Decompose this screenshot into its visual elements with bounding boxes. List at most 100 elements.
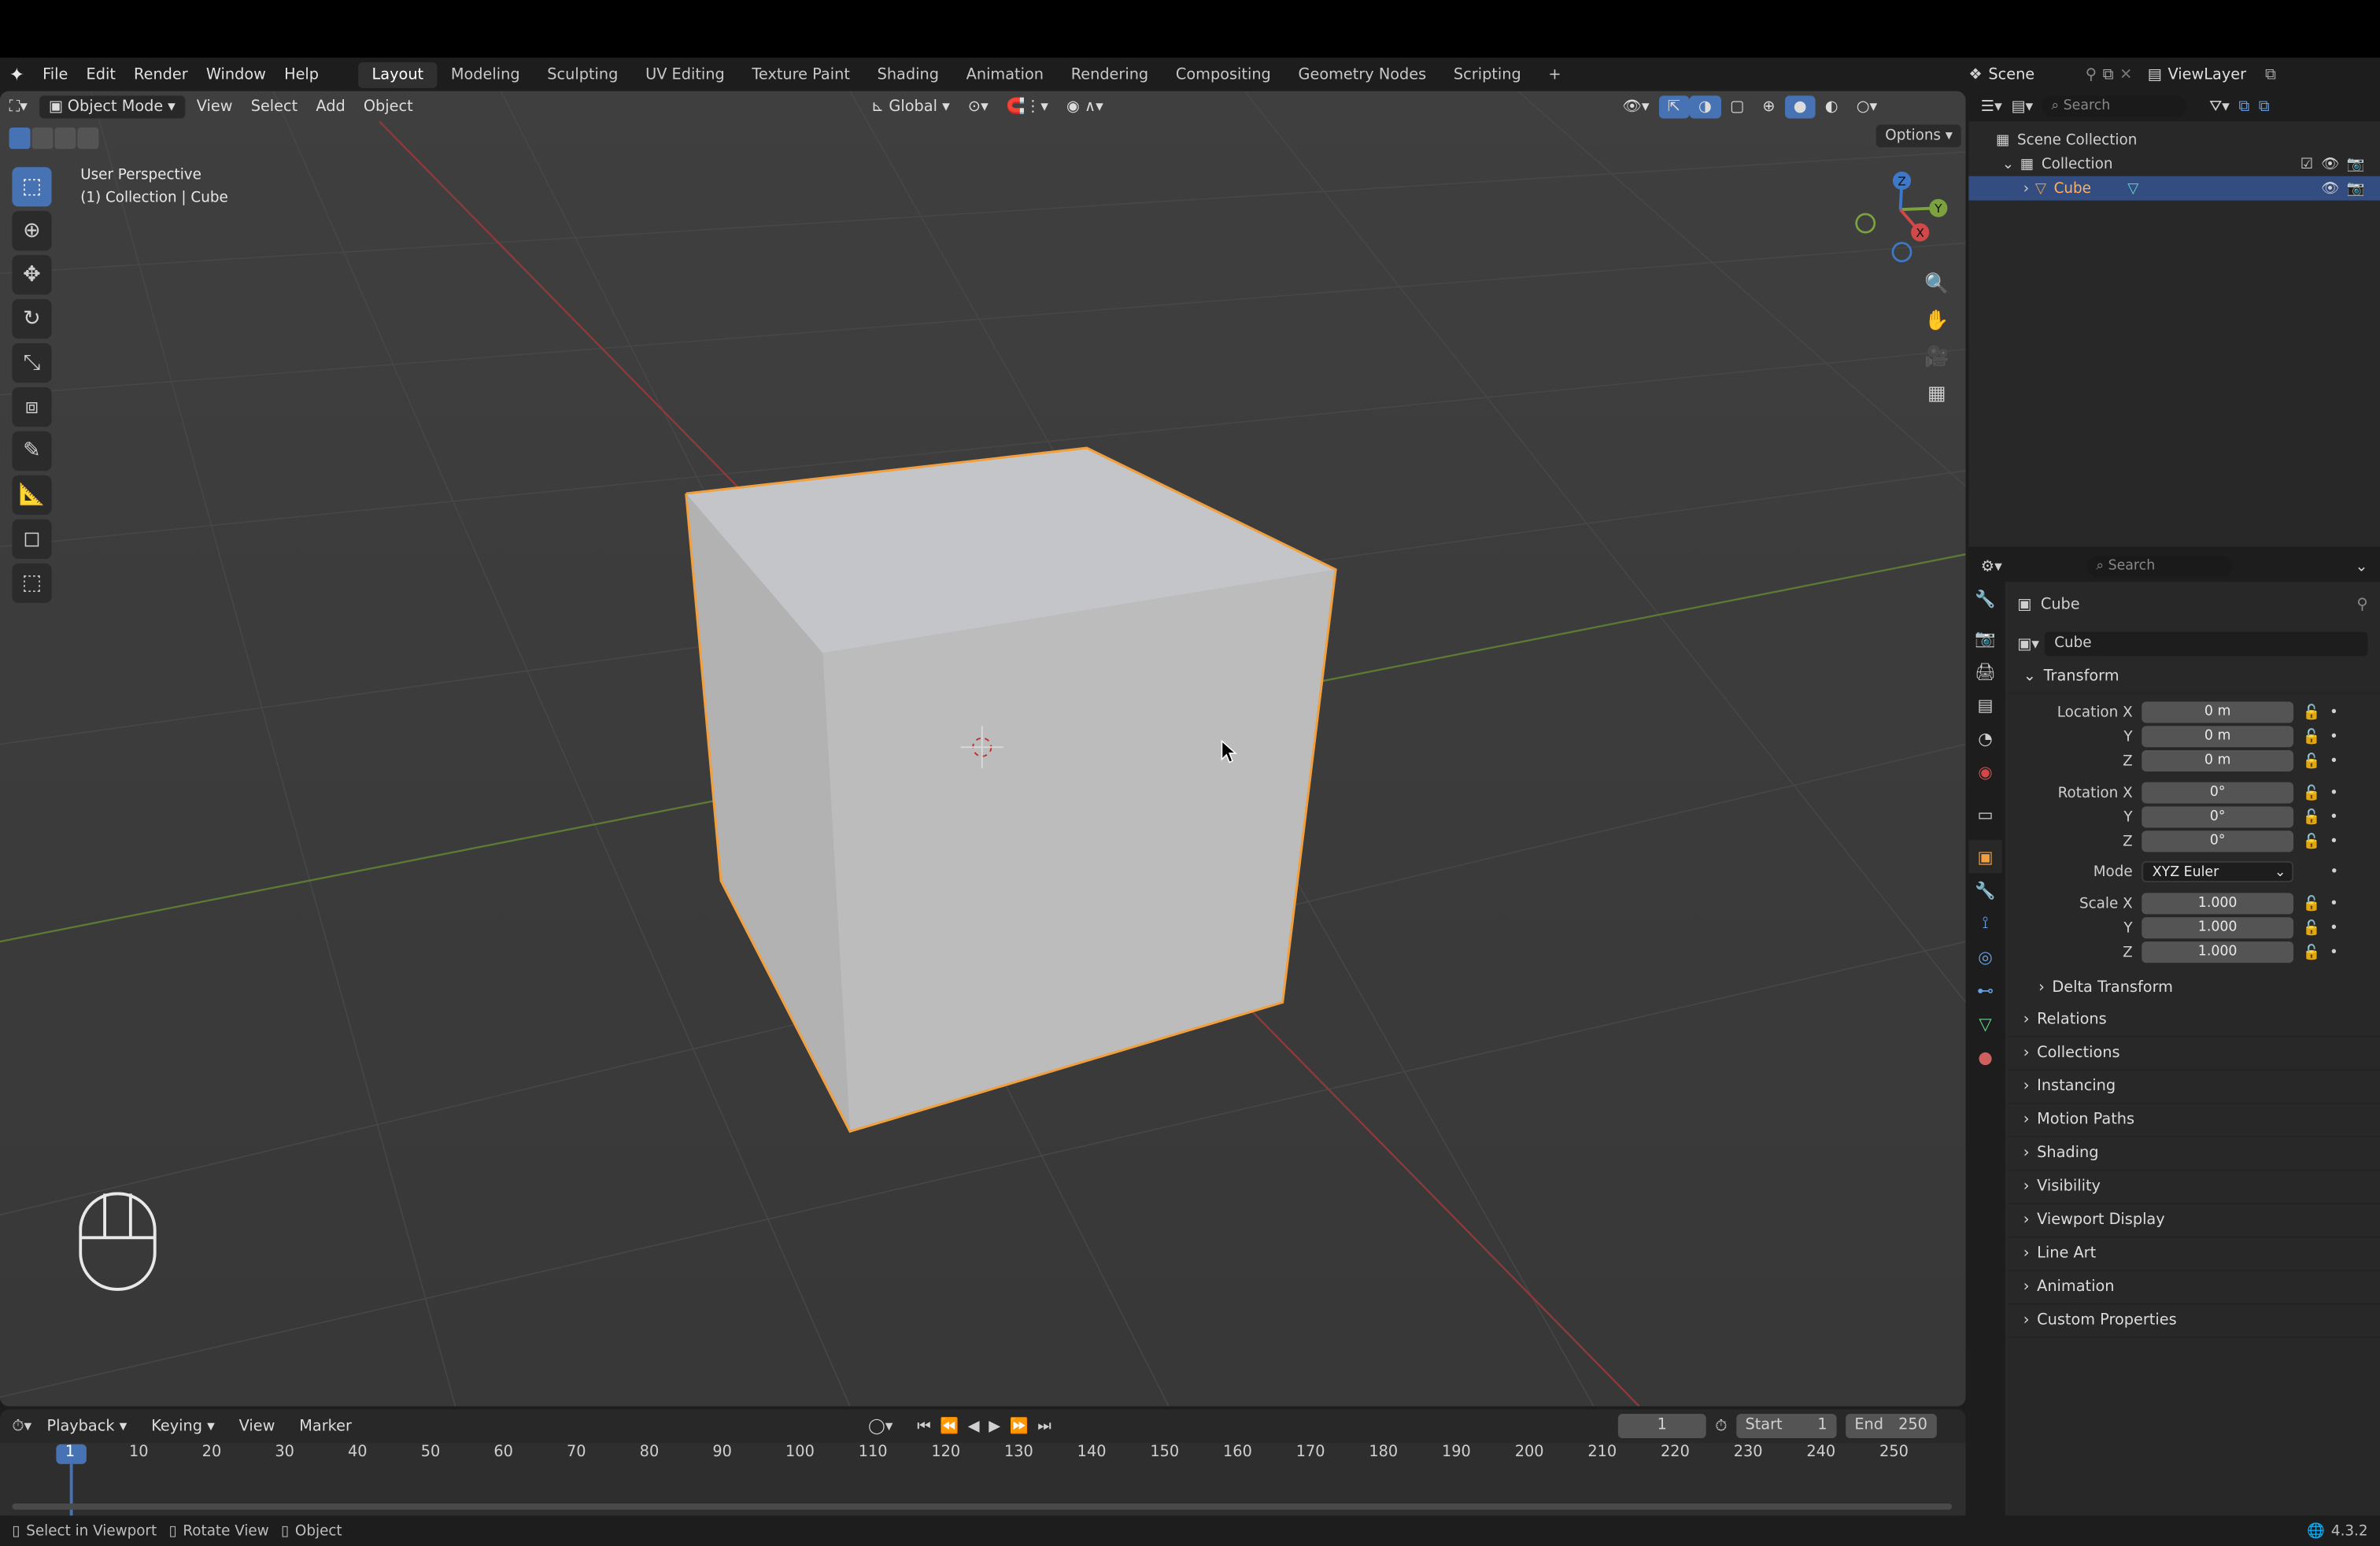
start-frame-field[interactable]: Start 1: [1735, 1414, 1837, 1439]
timeline-editor[interactable]: ⏱▾ Playback ▾ Keying ▾ View Marker ◯▾ ⏮ …: [0, 1409, 1966, 1516]
location-x-field[interactable]: 0 m: [2142, 701, 2294, 723]
jump-start-icon[interactable]: ⏮: [917, 1418, 930, 1434]
scale-tool-icon[interactable]: ⤡: [12, 343, 52, 383]
particles-tab-icon[interactable]: ⟟: [1968, 907, 2001, 940]
rotation-mode-dropdown[interactable]: XYZ Euler ⌄: [2142, 860, 2294, 882]
constraints-tab-icon[interactable]: ⊷: [1968, 974, 2001, 1007]
current-frame-field[interactable]: 1: [1617, 1414, 1706, 1439]
cube-row[interactable]: › ▽ Cube ▽ 👁 📷: [1968, 176, 2380, 201]
select-intersect-icon[interactable]: [77, 128, 99, 150]
delete-scene-icon[interactable]: ✕: [2119, 66, 2132, 83]
scale-y-field[interactable]: 1.000: [2142, 917, 2294, 939]
snap-icon[interactable]: 🧲⋮▾: [997, 95, 1057, 118]
panel-collections[interactable]: › Collections: [2008, 1037, 2380, 1071]
lock-icon[interactable]: 🔓: [2303, 704, 2321, 720]
menu-timeline-view[interactable]: View: [230, 1415, 284, 1437]
wireframe-shading-icon[interactable]: ⊕: [1754, 95, 1784, 118]
new-collection-icon[interactable]: ⧉: [2238, 98, 2249, 114]
tool-tab-icon[interactable]: 🔧: [1968, 582, 2001, 615]
lock-icon[interactable]: 🔓: [2303, 728, 2321, 745]
select-extend-icon[interactable]: [31, 128, 54, 150]
panel-custom-properties[interactable]: › Custom Properties: [2008, 1304, 2380, 1338]
properties-search-input[interactable]: ⌕ Search: [2086, 556, 2233, 578]
lock-icon[interactable]: 🔓: [2303, 784, 2321, 801]
panel-shading[interactable]: › Shading: [2008, 1137, 2380, 1171]
lock-icon[interactable]: 🔓: [2303, 919, 2321, 936]
play-icon[interactable]: ▶: [989, 1418, 1000, 1434]
keyframe-dot-icon[interactable]: •: [2330, 833, 2338, 849]
keyframe-dot-icon[interactable]: •: [2330, 864, 2338, 880]
keyframe-dot-icon[interactable]: •: [2330, 919, 2338, 936]
blender-logo-icon[interactable]: ✦: [0, 64, 34, 85]
new-view-layer-icon[interactable]: ⧉: [2265, 66, 2276, 83]
select-box-tool-icon[interactable]: ⬚: [12, 167, 52, 207]
collection-row[interactable]: ⌄ ▦ Collection ☑ 👁 📷: [1968, 152, 2380, 176]
navigation-gizmo[interactable]: Y X Z: [1849, 164, 1958, 264]
scene-tab-icon[interactable]: ◔: [1968, 721, 2001, 754]
eye-icon[interactable]: 👁: [2321, 180, 2339, 197]
checkbox-icon[interactable]: ☑: [2301, 156, 2313, 172]
filter-icon[interactable]: ⛛▾: [2209, 98, 2230, 114]
menu-file[interactable]: File: [34, 66, 77, 83]
panel-visibility[interactable]: › Visibility: [2008, 1171, 2380, 1204]
menu-render[interactable]: Render: [124, 66, 197, 83]
select-new-icon[interactable]: [9, 128, 31, 150]
add-object-tool-icon[interactable]: ⬚: [12, 563, 52, 603]
keyframe-dot-icon[interactable]: •: [2330, 784, 2338, 801]
menu-add[interactable]: Add: [307, 95, 355, 118]
panel-line-art[interactable]: › Line Art: [2008, 1237, 2380, 1271]
scene-icon[interactable]: ❖: [1968, 66, 1982, 83]
collection-tab-icon[interactable]: ▭: [1968, 797, 2001, 830]
menu-keying[interactable]: Keying ▾: [142, 1415, 224, 1437]
preview-range-icon[interactable]: ⏱: [1715, 1418, 1727, 1434]
mesh-data-icon[interactable]: ▽: [2127, 180, 2138, 197]
visibility-icon[interactable]: 👁▾: [1613, 95, 1658, 118]
object-tab-icon[interactable]: ▣: [1968, 839, 2002, 874]
jump-keyframe-forward-icon[interactable]: ⏩: [1010, 1418, 1029, 1434]
render-tab-icon[interactable]: 📷: [1968, 621, 2001, 654]
annotate-tool-icon[interactable]: ✎: [12, 431, 52, 472]
workspace-tab-sculpting[interactable]: Sculpting: [534, 61, 632, 87]
transform-panel-header[interactable]: ⌄ Transform: [2008, 660, 2380, 694]
lock-icon[interactable]: 🔓: [2303, 944, 2321, 960]
scene-collection-row[interactable]: ▦ Scene Collection: [1968, 128, 2380, 152]
render-camera-icon[interactable]: 📷: [2347, 156, 2365, 172]
expand-chevron-icon[interactable]: ⌄: [2002, 156, 2014, 172]
mode-dropdown[interactable]: ▣ Object Mode ▾: [39, 94, 185, 118]
material-shading-icon[interactable]: ◐: [1816, 95, 1847, 118]
rotation-x-field[interactable]: 0°: [2142, 782, 2294, 804]
location-y-field[interactable]: 0 m: [2142, 726, 2294, 748]
workspace-tab-layout[interactable]: Layout: [358, 61, 438, 87]
select-subtract-icon[interactable]: [54, 128, 76, 150]
menu-playback[interactable]: Playback ▾: [38, 1415, 136, 1437]
data-tab-icon[interactable]: ▽: [1968, 1007, 2001, 1040]
menu-select[interactable]: Select: [242, 95, 307, 118]
measure-tool-icon[interactable]: 📐: [12, 475, 52, 516]
pan-hand-icon[interactable]: ✋: [1920, 304, 1953, 337]
delta-transform-subpanel[interactable]: › Delta Transform: [2008, 971, 2379, 1004]
physics-tab-icon[interactable]: ◎: [1968, 940, 2001, 973]
jump-end-icon[interactable]: ⏭: [1037, 1418, 1051, 1434]
location-z-field[interactable]: 0 m: [2142, 750, 2294, 772]
3d-viewport[interactable]: ⛶▾ ▣ Object Mode ▾ View Select Add Object …: [0, 91, 1966, 1407]
move-tool-icon[interactable]: ✥: [12, 255, 52, 295]
lock-icon[interactable]: 🔓: [2303, 753, 2321, 769]
solid-shading-icon[interactable]: ●: [1784, 94, 1816, 118]
menu-edit[interactable]: Edit: [77, 66, 125, 83]
add-cube-tool-icon[interactable]: ◻: [12, 519, 52, 559]
timeline-track[interactable]: 1 10 20 30 40 50 60 70 80 90 100 110 120 130 140 150 160…: [0, 1442, 1966, 1516]
editor-type-icon[interactable]: ⛶▾: [0, 95, 36, 118]
pivot-icon[interactable]: ⊙▾: [959, 95, 997, 118]
rotate-tool-icon[interactable]: ↻: [12, 299, 52, 339]
rotation-y-field[interactable]: 0°: [2142, 806, 2294, 828]
rendered-shading-icon[interactable]: ○▾: [1847, 95, 1887, 118]
menu-window[interactable]: Window: [197, 66, 275, 83]
properties-options-icon[interactable]: ⌄: [2355, 558, 2367, 575]
keyframe-dot-icon[interactable]: •: [2330, 808, 2338, 825]
timeline-scrollbar[interactable]: [12, 1503, 1953, 1510]
world-tab-icon[interactable]: ◉: [1968, 755, 2001, 788]
workspace-tab-shading[interactable]: Shading: [863, 61, 952, 87]
play-reverse-icon[interactable]: ◀: [968, 1418, 980, 1434]
panel-instancing[interactable]: › Instancing: [2008, 1071, 2380, 1104]
panel-viewport-display[interactable]: › Viewport Display: [2008, 1204, 2380, 1238]
